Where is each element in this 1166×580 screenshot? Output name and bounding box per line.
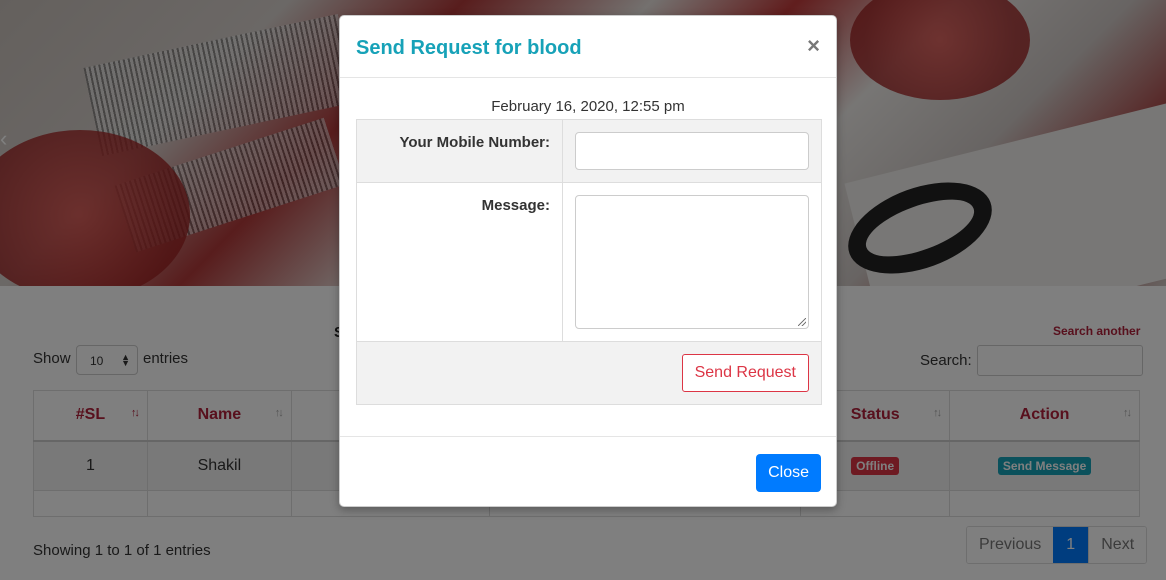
mobile-label: Your Mobile Number: xyxy=(356,119,563,183)
resize-grip-icon[interactable] xyxy=(798,318,806,326)
form-row-message: Message: xyxy=(356,182,822,342)
close-button[interactable]: Close xyxy=(756,454,821,492)
modal-footer: Close xyxy=(340,436,836,506)
message-textarea[interactable] xyxy=(575,195,809,329)
send-request-button[interactable]: Send Request xyxy=(681,354,809,392)
mobile-cell xyxy=(562,119,822,183)
modal-title: Send Request for blood xyxy=(356,37,582,59)
request-form: Your Mobile Number: Message: Send Reques… xyxy=(356,119,822,405)
submit-cell: Send Request xyxy=(356,341,822,405)
modal-header: Send Request for blood × xyxy=(340,16,836,78)
form-row-submit: Send Request xyxy=(356,341,822,405)
close-icon[interactable]: × xyxy=(807,35,820,57)
form-row-mobile: Your Mobile Number: xyxy=(356,119,822,183)
message-label: Message: xyxy=(356,182,563,342)
send-request-modal: Send Request for blood × February 16, 20… xyxy=(339,15,837,507)
mobile-number-input[interactable] xyxy=(575,132,809,170)
message-cell xyxy=(562,182,822,342)
request-date: February 16, 2020, 12:55 pm xyxy=(491,98,685,115)
